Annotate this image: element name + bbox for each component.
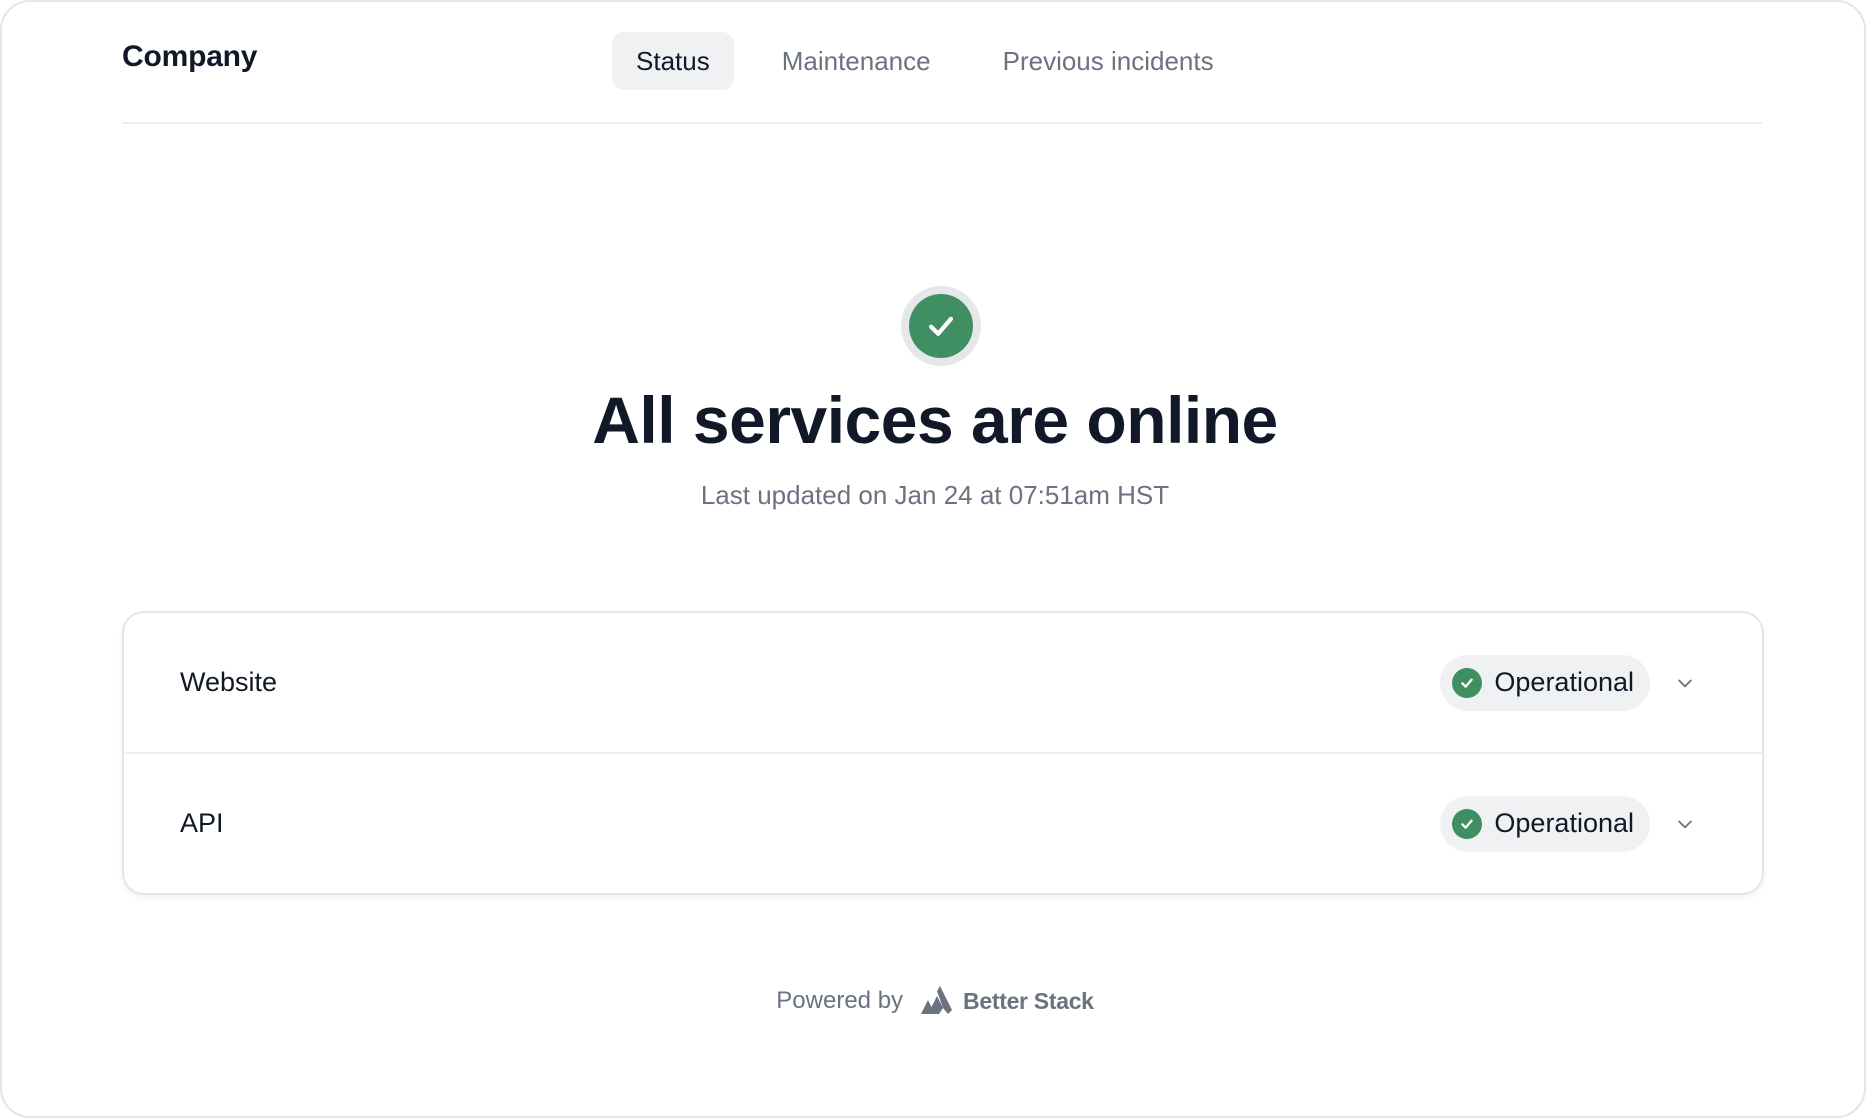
brand-name[interactable]: Company xyxy=(122,40,257,74)
services-list: Website Operational API Operational xyxy=(122,611,1764,895)
page-footer: Powered by Better Stack xyxy=(2,986,1864,1016)
status-badge: Operational xyxy=(1440,654,1650,711)
chevron-down-icon[interactable] xyxy=(1674,813,1696,835)
nav-tabs: Status Maintenance Previous incidents xyxy=(612,32,1262,90)
chevron-down-icon[interactable] xyxy=(1674,672,1696,694)
tab-maintenance[interactable]: Maintenance xyxy=(758,32,955,90)
powered-by-text: Powered by xyxy=(776,987,904,1014)
service-row-api[interactable]: API Operational xyxy=(124,752,1762,893)
check-circle-icon xyxy=(1452,667,1483,698)
status-badge: Operational xyxy=(1440,795,1650,852)
check-circle-icon xyxy=(901,286,981,366)
tab-status[interactable]: Status xyxy=(612,32,734,90)
tab-previous-incidents[interactable]: Previous incidents xyxy=(979,32,1238,90)
better-stack-logo-icon[interactable] xyxy=(919,986,953,1016)
page-header: Company Status Maintenance Previous inci… xyxy=(122,2,1762,124)
status-label: Operational xyxy=(1494,667,1634,697)
service-name: API xyxy=(180,808,224,838)
status-page: Company Status Maintenance Previous inci… xyxy=(0,0,1866,1118)
last-updated-text: Last updated on Jan 24 at 07:51am HST xyxy=(700,480,1170,510)
service-name: Website xyxy=(180,667,278,697)
page-title: All services are online xyxy=(592,383,1278,457)
check-circle-icon xyxy=(1452,808,1483,839)
status-label: Operational xyxy=(1494,808,1634,838)
service-row-website[interactable]: Website Operational xyxy=(124,613,1762,752)
better-stack-link[interactable]: Better Stack xyxy=(963,988,1094,1015)
